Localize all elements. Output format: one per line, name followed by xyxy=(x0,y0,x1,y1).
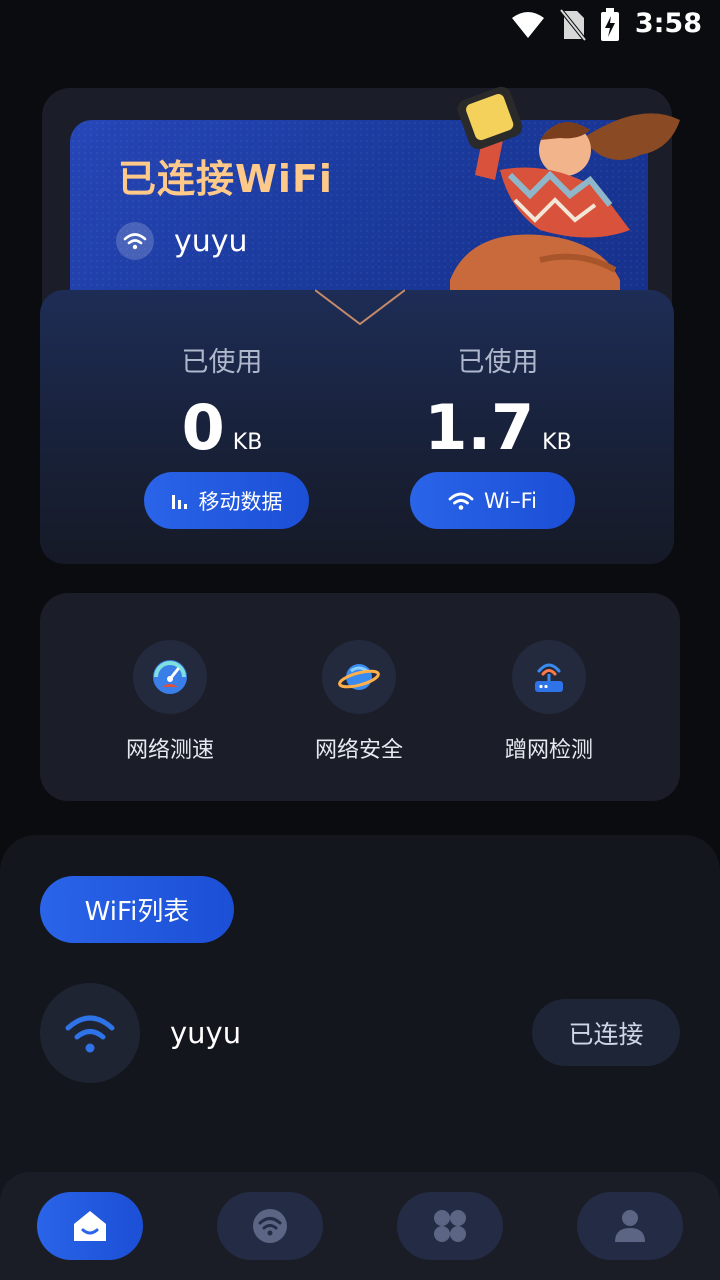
speedometer-icon xyxy=(133,640,207,714)
panel-notch xyxy=(315,289,405,326)
nav-apps[interactable] xyxy=(397,1192,503,1260)
connected-ssid-row: yuyu xyxy=(116,222,248,260)
wifi-icon xyxy=(116,222,154,260)
mobile-data-button[interactable]: 移动数据 xyxy=(144,472,309,529)
wifi-icon xyxy=(253,1209,287,1243)
mobile-data-button-label: 移动数据 xyxy=(198,489,283,514)
tool-speed-test[interactable]: 网络测速 xyxy=(90,640,250,764)
wifi-icon xyxy=(40,983,140,1083)
home-icon xyxy=(74,1211,106,1241)
person-with-phone-illustration xyxy=(450,86,680,320)
connected-ssid: yuyu xyxy=(174,223,248,259)
wifi-signal-icon xyxy=(512,12,544,38)
tool-network-security[interactable]: 网络安全 xyxy=(279,640,439,764)
connection-title: 已连接WiFi xyxy=(118,157,333,201)
status-time: 3:58 xyxy=(634,8,702,39)
wifi-button-label: Wi–Fi xyxy=(483,488,538,513)
tool-leech-detection-label: 蹭网检测 xyxy=(504,738,593,763)
mobile-usage-unit: KB xyxy=(232,430,263,455)
tool-speed-test-label: 网络测速 xyxy=(125,738,214,763)
wifi-usage: 已使用 1.7 KB xyxy=(368,340,628,478)
mobile-usage-value: 0 KB xyxy=(92,393,352,478)
nav-wifi[interactable] xyxy=(217,1192,323,1260)
signal-bars-icon xyxy=(171,494,187,509)
battery-charging-icon xyxy=(601,8,619,41)
mobile-usage-label: 已使用 xyxy=(181,347,263,378)
wifi-list-tab[interactable]: WiFi列表 xyxy=(40,876,234,943)
connected-status-button[interactable]: 已连接 xyxy=(532,999,680,1066)
wifi-button[interactable]: Wi–Fi xyxy=(410,472,575,529)
wifi-usage-label: 已使用 xyxy=(457,347,539,378)
mobile-usage-number: 0 xyxy=(181,391,225,464)
planet-shield-icon xyxy=(322,640,396,714)
nav-profile[interactable] xyxy=(577,1192,683,1260)
network-name: yuyu xyxy=(170,1016,242,1050)
list-item[interactable]: yuyu 已连接 xyxy=(40,983,680,1083)
wifi-usage-value: 1.7 KB xyxy=(368,393,628,478)
wifi-icon xyxy=(448,492,474,510)
nav-home[interactable] xyxy=(37,1192,143,1260)
user-icon xyxy=(615,1210,645,1242)
tool-leech-detection[interactable]: 蹭网检测 xyxy=(469,640,629,764)
wifi-usage-unit: KB xyxy=(542,430,572,455)
no-sim-icon xyxy=(560,9,586,41)
mobile-usage: 已使用 0 KB xyxy=(92,340,352,478)
wifi-usage-number: 1.7 xyxy=(424,391,535,464)
status-icons xyxy=(510,8,620,42)
apps-grid-icon xyxy=(434,1210,466,1242)
router-icon xyxy=(512,640,586,714)
status-bar: 3:58 xyxy=(0,0,720,52)
tool-network-security-label: 网络安全 xyxy=(314,738,403,763)
